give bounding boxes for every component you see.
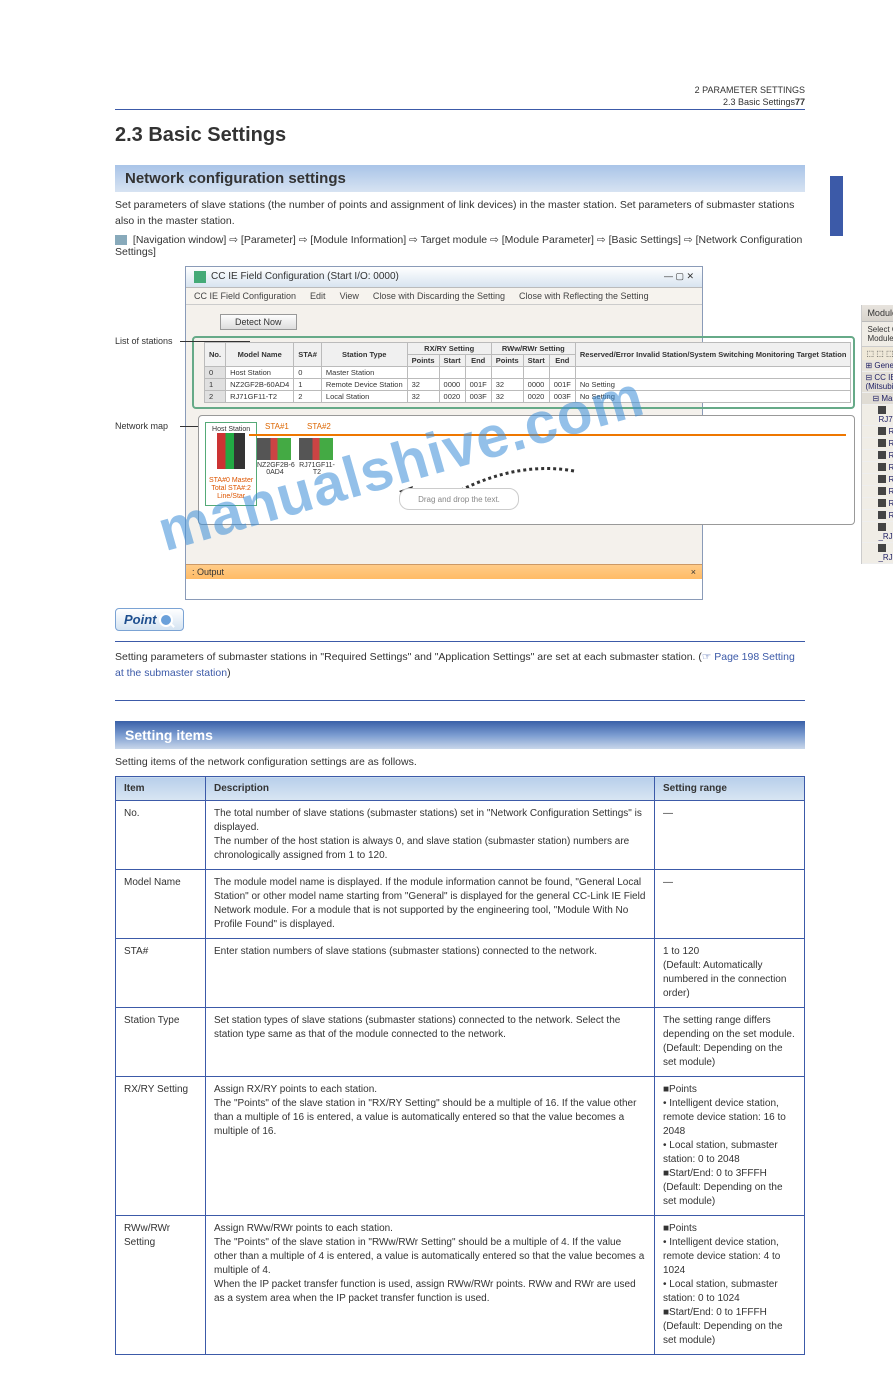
drag-drop-hint: Drag and drop the text.	[399, 488, 519, 510]
header-chapter: 2 PARAMETER SETTINGS	[115, 85, 805, 95]
label-network-map: Network map	[115, 421, 168, 431]
table-row: Station TypeSet station types of slave s…	[116, 1008, 805, 1077]
intro-text: Set parameters of slave stations (the nu…	[115, 198, 805, 230]
navigation-path: [Navigation window] ⇨ [Parameter] ⇨ [Mod…	[115, 234, 805, 258]
module-list-item[interactable]: RD77GF4Maste	[862, 486, 893, 498]
settings-table: Item Description Setting range No.The to…	[115, 776, 805, 1355]
detect-now-button[interactable]: Detect Now	[220, 314, 297, 330]
device-2[interactable]: RJ71GF11- T2	[299, 438, 335, 476]
page-title: 2.3 Basic Settings	[115, 124, 805, 147]
module-list-item[interactable]: _RJ71EN71(E+IEF)Maste	[862, 522, 893, 543]
module-list-panel[interactable]: Module List Select CC IE Field | Find Mo…	[861, 305, 893, 564]
screenshot: List of stations Network map CC IE Field…	[185, 266, 805, 600]
setting-items-heading: Setting items	[115, 721, 805, 749]
station-table[interactable]: No. Model Name STA# Station Type RX/RY S…	[204, 342, 851, 403]
setting-items-intro: Setting items of the network configurati…	[115, 755, 805, 771]
chapter-tab	[830, 176, 843, 236]
window-title: CC IE Field Configuration (Start I/O: 00…	[186, 267, 702, 288]
table-row: RWw/RWr SettingAssign RWw/RWr points to …	[116, 1216, 805, 1355]
table-row: No.The total number of slave stations (s…	[116, 801, 805, 870]
network-map-diagram: Host Station STA#0 Master Total STA#:2 L…	[198, 415, 855, 525]
label-list-of-stations: List of stations	[115, 336, 173, 346]
module-list-item[interactable]: RJ71GF11-T2Maste	[862, 438, 893, 450]
point-badge: Point	[115, 608, 184, 632]
module-list-item[interactable]: RJ71GF11-T2(SR)Local	[862, 474, 893, 486]
table-row: 2RJ71GF11-T22Local Station320020003F3200…	[205, 390, 851, 402]
app-icon	[194, 271, 206, 283]
point-text: Setting parameters of submaster stations…	[115, 650, 805, 682]
host-station-icon	[217, 433, 245, 469]
module-list-item[interactable]: RJ71GF11-T2(LR)Maste	[862, 450, 893, 462]
module-list-item[interactable]: RD77GF16Maste	[862, 510, 893, 522]
page-number: 77	[795, 97, 805, 107]
nav-icon	[115, 235, 127, 245]
header: 2 PARAMETER SETTINGS 2.3 Basic Settings …	[115, 85, 805, 110]
device-1[interactable]: NZ2GF2B-6 0AD4	[257, 438, 293, 476]
table-row: 1NZ2GF2B-60AD41Remote Device Station3200…	[205, 378, 851, 390]
module-list-item[interactable]: _RJ71EN71(CCIEF)Maste	[862, 543, 893, 564]
menu-bar[interactable]: CC IE Field ConfigurationEditViewClose w…	[186, 288, 702, 305]
table-row: STA#Enter station numbers of slave stati…	[116, 939, 805, 1008]
module-list-item[interactable]: RJ71GF11-T2(MR)Maste	[862, 462, 893, 474]
table-row: 0Host Station0Master Station	[205, 366, 851, 378]
table-row: RX/RY SettingAssign RX/RY points to each…	[116, 1077, 805, 1216]
output-panel: : Output×	[186, 564, 702, 579]
module-list-item[interactable]: RJ71EN71(CCIEF)Maste	[862, 426, 893, 438]
magnifier-icon	[159, 613, 173, 627]
section-heading: Network configuration settings	[115, 165, 805, 192]
network-line	[249, 434, 846, 436]
table-row: Model NameThe module model name is displ…	[116, 870, 805, 939]
module-list-item[interactable]: RD77GF8Maste	[862, 498, 893, 510]
header-section: 2.3 Basic Settings	[723, 97, 795, 107]
master-info: STA#0 Master Total STA#:2 Line/Star	[209, 477, 253, 502]
module-list-item[interactable]: RJ71EN71(E+CCIEF)Maste	[862, 405, 893, 426]
